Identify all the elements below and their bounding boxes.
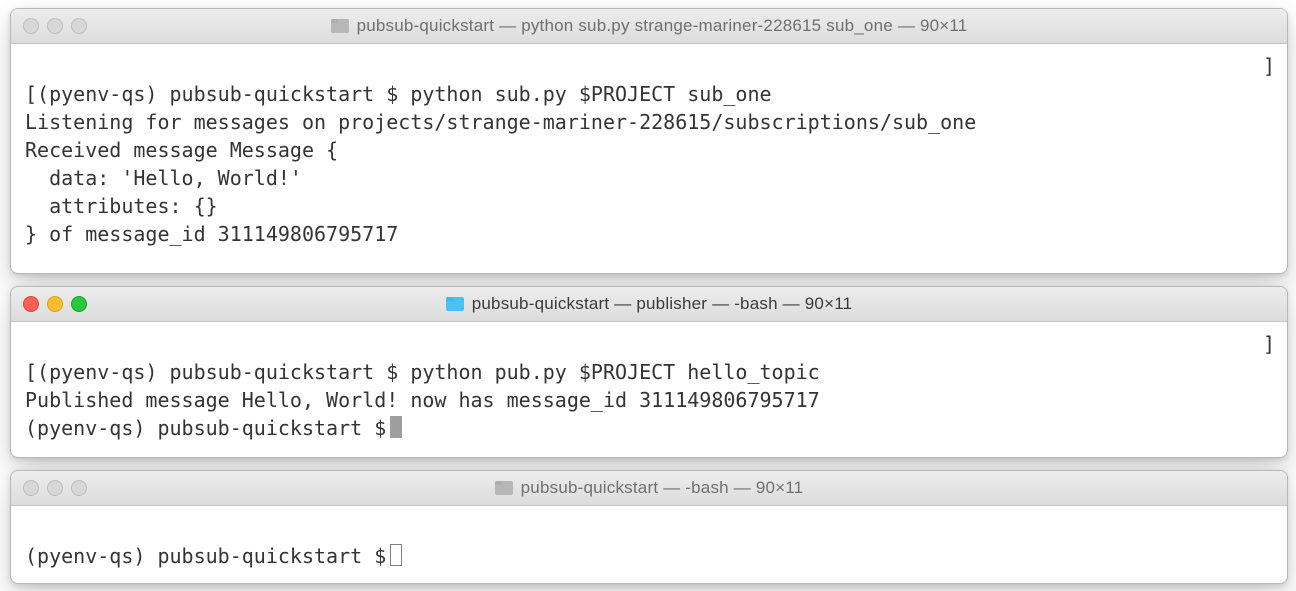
titlebar[interactable]: pubsub-quickstart — -bash — 90×11 xyxy=(11,471,1287,506)
folder-icon xyxy=(495,481,513,495)
terminal-output[interactable]: (pyenv-qs) pubsub-quickstart $ xyxy=(11,506,1287,584)
terminal-line: Listening for messages on projects/stran… xyxy=(25,110,976,134)
terminal-window-publisher[interactable]: pubsub-quickstart — publisher — -bash — … xyxy=(10,286,1288,458)
terminal-window-subscriber[interactable]: pubsub-quickstart — python sub.py strang… xyxy=(10,8,1288,274)
maximize-icon[interactable] xyxy=(71,18,87,34)
minimize-icon[interactable] xyxy=(47,480,63,496)
window-title-text: pubsub-quickstart — publisher — -bash — … xyxy=(472,294,853,314)
terminal-line: [(pyenv-qs) pubsub-quickstart $ python p… xyxy=(25,360,820,384)
maximize-icon[interactable] xyxy=(71,296,87,312)
terminal-line: } of message_id 311149806795717 xyxy=(25,222,398,246)
window-title-text: pubsub-quickstart — python sub.py strang… xyxy=(357,16,968,36)
minimize-icon[interactable] xyxy=(47,18,63,34)
right-bracket: ] xyxy=(1263,330,1275,358)
cursor-icon xyxy=(390,544,402,566)
maximize-icon[interactable] xyxy=(71,480,87,496)
traffic-lights xyxy=(23,480,87,496)
titlebar[interactable]: pubsub-quickstart — publisher — -bash — … xyxy=(11,287,1287,322)
close-icon[interactable] xyxy=(23,296,39,312)
cursor-icon xyxy=(390,416,402,438)
window-title: pubsub-quickstart — -bash — 90×11 xyxy=(11,478,1287,498)
terminal-line: (pyenv-qs) pubsub-quickstart $ xyxy=(25,544,386,568)
close-icon[interactable] xyxy=(23,480,39,496)
terminal-output[interactable]: ] [(pyenv-qs) pubsub-quickstart $ python … xyxy=(11,322,1287,458)
folder-icon xyxy=(331,19,349,33)
terminal-window-idle[interactable]: pubsub-quickstart — -bash — 90×11 (pyenv… xyxy=(10,470,1288,584)
traffic-lights xyxy=(23,296,87,312)
titlebar[interactable]: pubsub-quickstart — python sub.py strang… xyxy=(11,9,1287,44)
window-title: pubsub-quickstart — python sub.py strang… xyxy=(11,16,1287,36)
terminal-line: Received message Message { xyxy=(25,138,338,162)
terminal-line: [(pyenv-qs) pubsub-quickstart $ python s… xyxy=(25,82,772,106)
terminal-line: attributes: {} xyxy=(25,194,218,218)
terminal-line: data: 'Hello, World!' xyxy=(25,166,302,190)
minimize-icon[interactable] xyxy=(47,296,63,312)
terminal-output[interactable]: ] [(pyenv-qs) pubsub-quickstart $ python … xyxy=(11,44,1287,266)
traffic-lights xyxy=(23,18,87,34)
terminal-line: Published message Hello, World! now has … xyxy=(25,388,820,412)
close-icon[interactable] xyxy=(23,18,39,34)
window-title-text: pubsub-quickstart — -bash — 90×11 xyxy=(521,478,804,498)
terminal-line: (pyenv-qs) pubsub-quickstart $ xyxy=(25,416,386,440)
folder-icon xyxy=(446,297,464,311)
right-bracket: ] xyxy=(1263,52,1275,80)
window-title: pubsub-quickstart — publisher — -bash — … xyxy=(11,294,1287,314)
